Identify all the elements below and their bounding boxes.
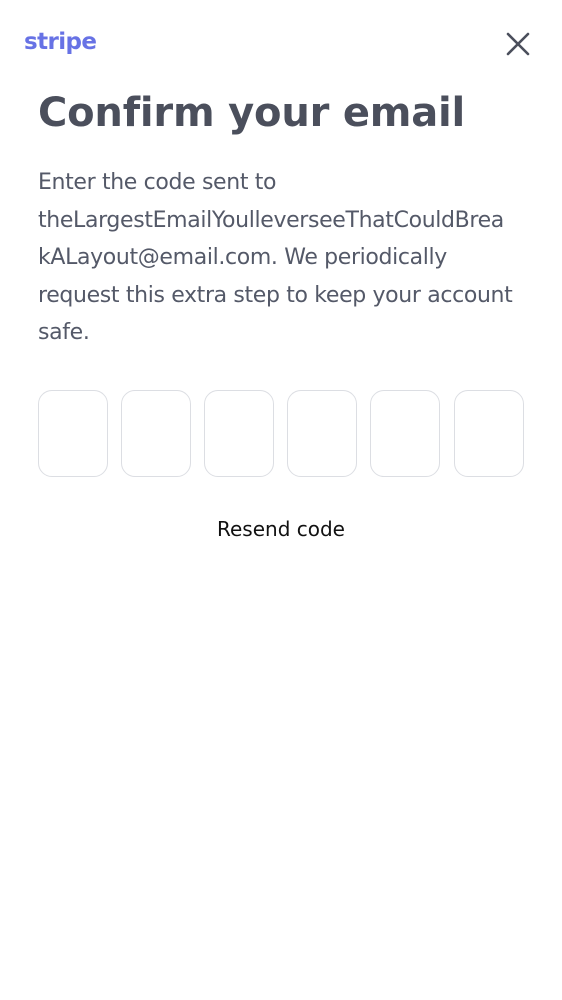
resend-code-button[interactable]: Resend code: [0, 512, 562, 546]
instruction-line: kALayout@email.com. We periodically: [38, 245, 447, 270]
close-icon: [506, 32, 530, 56]
instruction-line: theLargestEmailYoulleverseeThatCouldBrea: [38, 207, 504, 233]
page-title: Confirm your email: [38, 90, 466, 136]
instruction-line: request this extra step to keep your acc…: [38, 282, 513, 308]
instruction-line: Enter the code sent to: [38, 170, 277, 195]
verification-code-inputs: [38, 390, 525, 477]
instruction-line: safe.: [38, 320, 90, 345]
code-digit-input-5[interactable]: [370, 390, 440, 477]
code-digit-input-3[interactable]: [204, 390, 274, 477]
confirm-email-screen: stripe Confirm your email Enter the code…: [0, 0, 562, 1000]
code-digit-input-6[interactable]: [454, 390, 524, 477]
code-digit-input-2[interactable]: [121, 390, 191, 477]
code-digit-input-4[interactable]: [287, 390, 357, 477]
instruction-text: Enter the code sent to theLargestEmailYo…: [38, 164, 528, 352]
code-digit-input-1[interactable]: [38, 390, 108, 477]
close-button[interactable]: [500, 26, 536, 62]
stripe-logo: stripe: [24, 29, 97, 55]
